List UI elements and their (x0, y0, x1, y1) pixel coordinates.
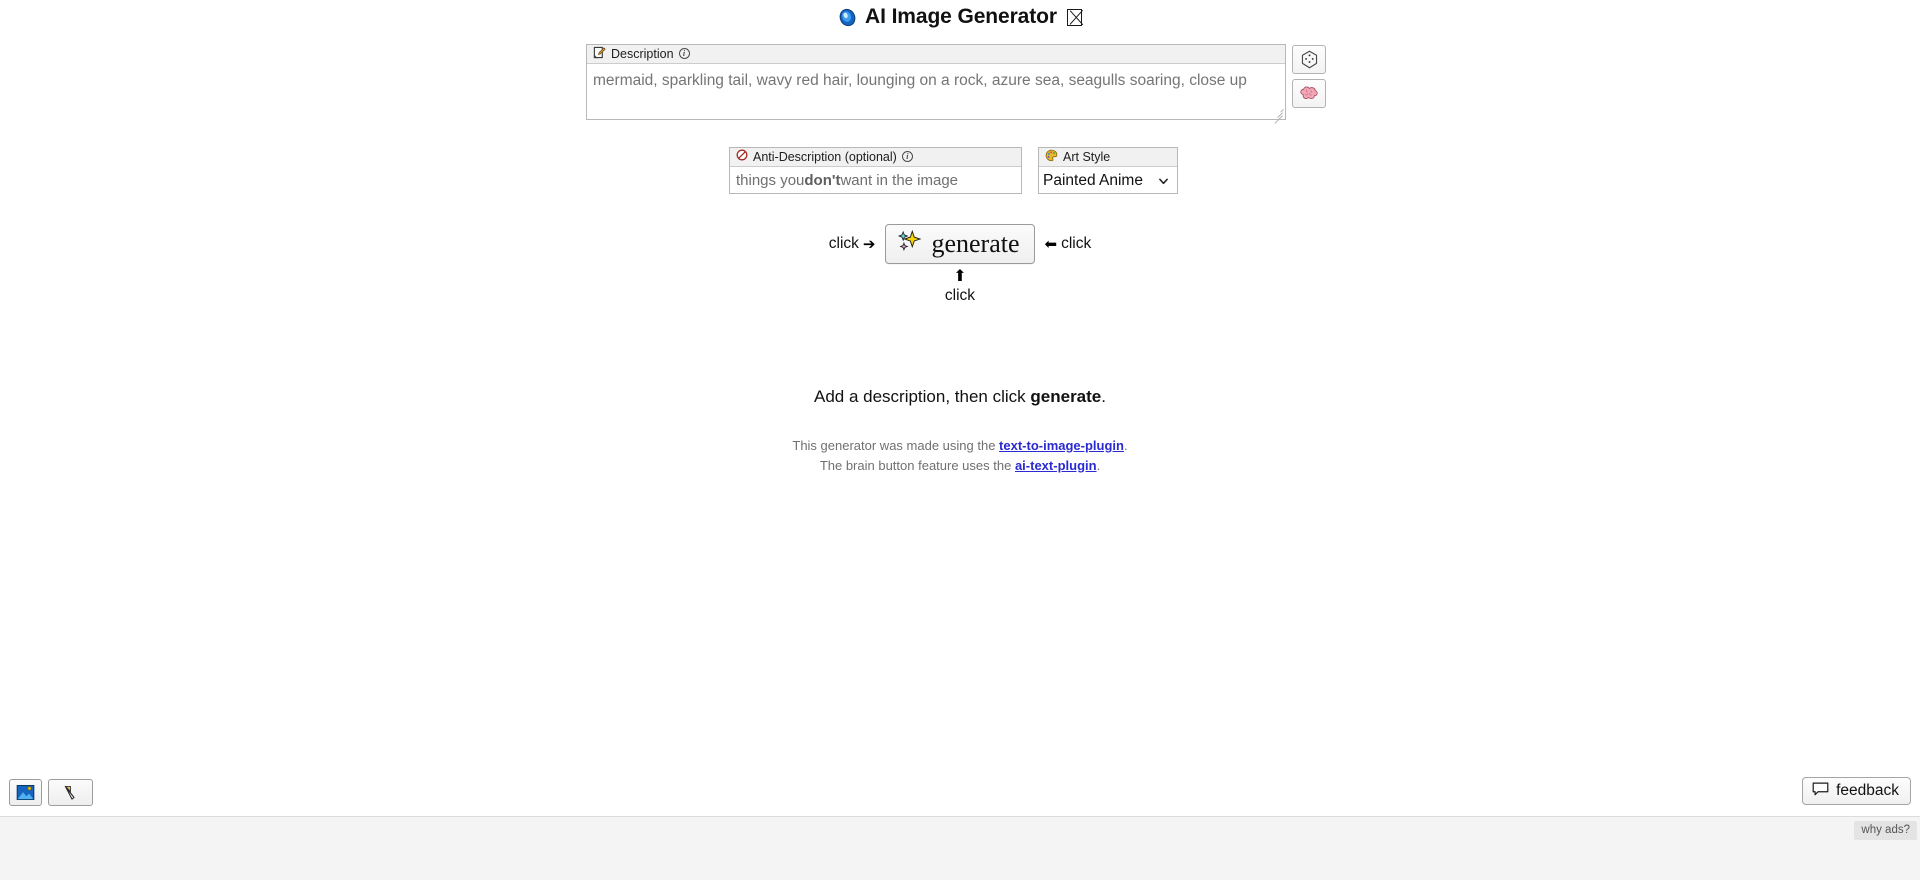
brain-icon (1300, 86, 1318, 99)
description-label: Description (611, 46, 674, 61)
text-to-image-plugin-link[interactable]: text-to-image-plugin (999, 438, 1124, 453)
anti-placeholder-pre: things you (736, 171, 805, 189)
feedback-button-label: feedback (1836, 782, 1899, 799)
status-message: Add a description, then click generate. (0, 387, 1920, 407)
picture-icon (16, 784, 35, 801)
cursor-arrow-icon (63, 785, 75, 800)
blue-gem-icon (838, 8, 857, 27)
anti-description-header: Anti-Description (optional) i (730, 148, 1021, 167)
bottom-divider (0, 816, 1920, 817)
prohibited-icon (736, 149, 748, 164)
anti-description-input[interactable]: things you don't want in the image (730, 167, 1021, 193)
anti-description-label: Anti-Description (optional) (753, 149, 897, 164)
anti-placeholder-post: want in the image (840, 171, 959, 189)
art-style-label: Art Style (1063, 149, 1111, 164)
speech-bubble-icon (1812, 782, 1829, 801)
description-input[interactable] (587, 64, 1285, 119)
sparkles-icon (896, 229, 923, 258)
click-hint-left-label: click (828, 235, 859, 252)
tofu-box-glyph (1066, 8, 1082, 26)
status-post: . (1101, 387, 1106, 406)
art-style-header: Art Style (1039, 148, 1177, 167)
randomize-button[interactable] (1292, 45, 1326, 74)
why-ads-button[interactable]: why ads? (1854, 821, 1917, 840)
info-icon[interactable]: i (678, 48, 690, 59)
credits: This generator was made using the text-t… (0, 436, 1920, 475)
credits-line-1: This generator was made using the text-t… (0, 436, 1920, 456)
credits-line-1-pre: This generator was made using the (792, 438, 1000, 453)
options-row: Anti-Description (optional) i things you… (729, 147, 1178, 194)
page-header: AI Image Generator (0, 0, 1920, 34)
credits-line-2-pre: The brain button feature uses the (819, 457, 1015, 473)
arrow-left-icon: ⬅ (1044, 235, 1058, 253)
art-style-select-wrap: Painted Anime (1039, 167, 1177, 193)
bottom-toolbar (9, 779, 93, 806)
page-title-text: AI Image Generator (865, 5, 1057, 28)
anti-placeholder-bold: don't (804, 171, 841, 189)
arrow-up-icon: ⬆ (953, 268, 967, 285)
select-tool-button[interactable] (48, 779, 93, 806)
bottom-ad-strip (0, 817, 1920, 880)
generate-cluster: click ➔ generate ⬅ click ⬆ click (0, 224, 1920, 305)
description-side-buttons (1292, 44, 1326, 108)
info-icon[interactable]: i (901, 151, 913, 162)
generate-button-label: generate (931, 228, 1020, 258)
art-style-panel: Art Style Painted Anime (1038, 147, 1178, 194)
click-hint-left: click ➔ (829, 235, 876, 253)
memo-icon (593, 46, 606, 62)
image-tool-button[interactable] (9, 779, 42, 806)
description-row: Description i (586, 44, 1326, 124)
credits-line-1-post: . (1123, 438, 1128, 453)
anti-description-panel: Anti-Description (optional) i things you… (729, 147, 1022, 194)
credits-line-2: The brain button feature uses the ai-tex… (0, 456, 1920, 476)
ai-text-plugin-link[interactable]: ai-text-plugin (1015, 458, 1097, 473)
click-hint-right: ⬅ click (1045, 235, 1092, 253)
palette-icon (1045, 149, 1058, 165)
brain-button[interactable] (1292, 79, 1326, 108)
dice-icon (1301, 50, 1317, 69)
description-panel: Description i (586, 44, 1286, 124)
click-hint-below: click (944, 287, 976, 304)
art-style-select[interactable]: Painted Anime (1039, 167, 1177, 193)
arrow-right-icon: ➔ (862, 235, 876, 253)
description-header: Description i (587, 45, 1285, 64)
status-pre: Add a description, then click (813, 387, 1031, 406)
click-hint-right-label: click (1061, 235, 1092, 252)
credits-line-2-post: . (1096, 457, 1101, 473)
generate-button[interactable]: generate (885, 224, 1035, 264)
status-bold: generate (1030, 387, 1102, 406)
generate-line: click ➔ generate ⬅ click (829, 224, 1091, 264)
feedback-button[interactable]: feedback (1802, 777, 1911, 805)
page-title: AI Image Generator (838, 5, 1082, 29)
